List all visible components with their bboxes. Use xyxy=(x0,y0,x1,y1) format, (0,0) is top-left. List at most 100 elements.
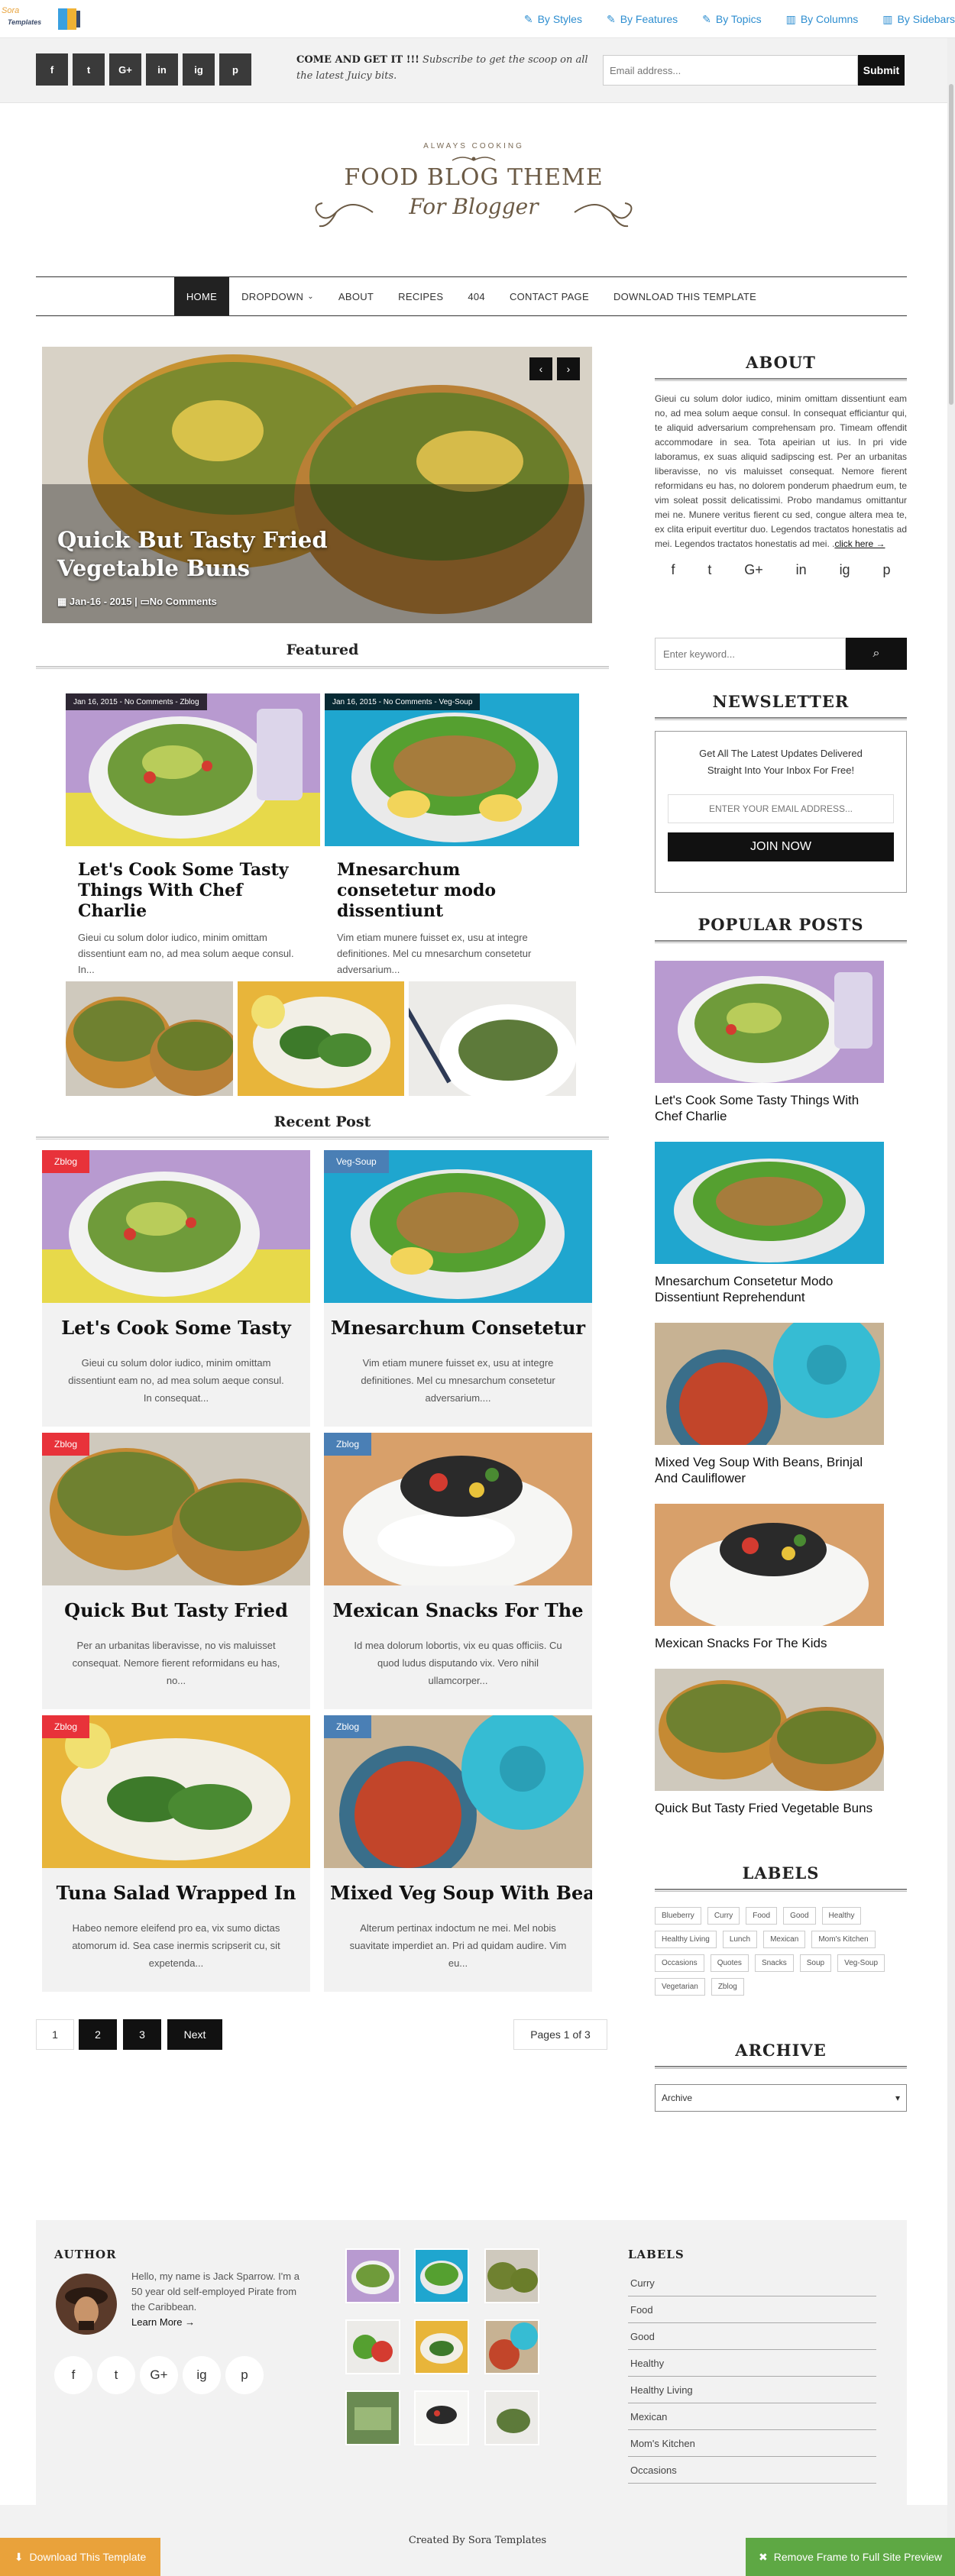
twitter-icon[interactable]: t xyxy=(97,2356,135,2394)
label-tag[interactable]: Healthy Living xyxy=(655,1931,717,1948)
label-tag[interactable]: Blueberry xyxy=(655,1907,701,1925)
category-badge[interactable]: Zblog xyxy=(324,1715,372,1738)
post-title[interactable]: Tuna Salad Wrapped In xyxy=(42,1882,310,1904)
label-tag[interactable]: Occasions xyxy=(655,1954,704,1972)
footer-thumbnail[interactable] xyxy=(484,2319,539,2374)
category-badge[interactable]: Zblog xyxy=(42,1715,90,1738)
linkedin-icon[interactable]: in xyxy=(796,562,807,578)
post-title[interactable]: Let's Cook Some Tasty xyxy=(42,1317,310,1339)
popular-title[interactable]: Quick But Tasty Fried Vegetable Buns xyxy=(655,1800,884,1816)
footer-thumbnail[interactable] xyxy=(345,2248,400,2303)
label-tag[interactable]: Quotes xyxy=(710,1954,749,1972)
post-title[interactable]: Mixed Veg Soup With Beans, xyxy=(324,1882,592,1904)
nav-recipes[interactable]: RECIPES xyxy=(386,277,455,315)
google-plus-icon[interactable]: G+ xyxy=(109,53,141,86)
nav-404[interactable]: 404 xyxy=(455,277,497,315)
recent-post-card[interactable]: Veg-Soup Mnesarchum Consetetur Vim etiam… xyxy=(324,1150,592,1427)
facebook-icon[interactable]: f xyxy=(671,562,675,578)
thumbnail[interactable] xyxy=(66,981,233,1096)
recent-post-card[interactable]: Zblog Let's Cook Some Tasty Gieui cu sol… xyxy=(42,1150,310,1427)
popular-post[interactable]: Mixed Veg Soup With Beans, Brinjal And C… xyxy=(655,1323,884,1486)
footer-thumbnail[interactable] xyxy=(484,2390,539,2445)
category-badge[interactable]: Zblog xyxy=(42,1433,90,1456)
by-columns-link[interactable]: ▥ By Columns xyxy=(786,13,859,26)
post-title[interactable]: Quick But Tasty Fried xyxy=(42,1599,310,1621)
by-sidebars-link[interactable]: ▥ By Sidebars xyxy=(882,13,955,26)
site-logo[interactable]: ALWAYS COOKING FOOD BLOG THEME For Blogg… xyxy=(313,136,634,258)
nav-download[interactable]: DOWNLOAD THIS TEMPLATE xyxy=(601,277,769,315)
popular-title[interactable]: Let's Cook Some Tasty Things With Chef C… xyxy=(655,1092,884,1124)
nav-about[interactable]: ABOUT xyxy=(326,277,386,315)
category-badge[interactable]: Veg-Soup xyxy=(324,1150,389,1173)
instagram-icon[interactable]: ig xyxy=(183,2356,221,2394)
footer-label-link[interactable]: Curry xyxy=(628,2270,876,2296)
footer-label-link[interactable]: Occasions xyxy=(628,2457,876,2484)
label-tag[interactable]: Vegetarian xyxy=(655,1978,705,1996)
featured-card[interactable]: Jan 16, 2015 - No Comments - Zblog Let's… xyxy=(66,693,320,978)
scrollbar[interactable] xyxy=(947,38,955,2538)
by-styles-link[interactable]: ✎ By Styles xyxy=(524,13,582,26)
popular-post[interactable]: Mexican Snacks For The Kids xyxy=(655,1504,884,1651)
featured-title[interactable]: Let's Cook Some Tasty Things With Chef C… xyxy=(78,860,308,922)
slider-title[interactable]: Quick But Tasty Fried Vegetable Buns xyxy=(57,526,455,583)
search-input[interactable] xyxy=(655,638,846,670)
twitter-icon[interactable]: t xyxy=(73,53,105,86)
popular-post[interactable]: Quick But Tasty Fried Vegetable Buns xyxy=(655,1669,884,1816)
featured-card[interactable]: Jan 16, 2015 - No Comments - Veg-Soup Mn… xyxy=(325,693,579,978)
scrollbar-thumb[interactable] xyxy=(949,84,953,405)
footer-thumbnail[interactable] xyxy=(345,2390,400,2445)
label-tag[interactable]: Soup xyxy=(799,1954,832,1972)
category-badge[interactable]: Zblog xyxy=(42,1150,90,1173)
recent-post-card[interactable]: Zblog Mexican Snacks For The Id mea dolo… xyxy=(324,1433,592,1709)
footer-thumbnail[interactable] xyxy=(414,2390,469,2445)
instagram-icon[interactable]: ig xyxy=(840,562,850,578)
by-features-link[interactable]: ✎ By Features xyxy=(607,13,678,26)
label-tag[interactable]: Healthy xyxy=(821,1907,862,1925)
label-tag[interactable]: Mom's Kitchen xyxy=(811,1931,876,1948)
pinterest-icon[interactable]: p xyxy=(225,2356,264,2394)
footer-label-link[interactable]: Healthy Living xyxy=(628,2377,876,2403)
by-topics-link[interactable]: ✎ By Topics xyxy=(702,13,761,26)
footer-thumbnail[interactable] xyxy=(414,2319,469,2374)
page-3-button[interactable]: 3 xyxy=(123,2019,161,2050)
nav-contact[interactable]: CONTACT PAGE xyxy=(497,277,601,315)
slider-prev-button[interactable]: ‹ xyxy=(529,357,552,380)
twitter-icon[interactable]: t xyxy=(707,562,711,578)
facebook-icon[interactable]: f xyxy=(36,53,68,86)
remove-frame-button[interactable]: ✖ Remove Frame to Full Site Preview xyxy=(746,2538,955,2576)
label-tag[interactable]: Zblog xyxy=(711,1978,744,1996)
facebook-icon[interactable]: f xyxy=(54,2356,92,2394)
google-plus-icon[interactable]: G+ xyxy=(140,2356,178,2394)
nav-dropdown[interactable]: DROPDOWN ⌄ xyxy=(229,277,326,315)
email-input[interactable] xyxy=(603,55,858,86)
label-tag[interactable]: Lunch xyxy=(722,1931,758,1948)
featured-slider[interactable]: ‹ › Quick But Tasty Fried Vegetable Buns… xyxy=(42,347,592,623)
post-title[interactable]: Mexican Snacks For The xyxy=(324,1599,592,1621)
popular-title[interactable]: Mixed Veg Soup With Beans, Brinjal And C… xyxy=(655,1454,884,1486)
learn-more-link[interactable]: Learn More → xyxy=(131,2316,195,2328)
footer-label-link[interactable]: Mexican xyxy=(628,2403,876,2430)
label-tag[interactable]: Curry xyxy=(707,1907,740,1925)
recent-post-card[interactable]: Zblog Mixed Veg Soup With Beans, Alterum… xyxy=(324,1715,592,1992)
popular-title[interactable]: Mexican Snacks For The Kids xyxy=(655,1635,884,1651)
slider-next-button[interactable]: › xyxy=(557,357,580,380)
recent-post-card[interactable]: Zblog Quick But Tasty Fried Per an urban… xyxy=(42,1433,310,1709)
nav-home[interactable]: HOME xyxy=(173,277,230,315)
footer-label-link[interactable]: Mom's Kitchen xyxy=(628,2430,876,2457)
newsletter-email-input[interactable] xyxy=(668,794,894,823)
category-badge[interactable]: Zblog xyxy=(324,1433,372,1456)
popular-title[interactable]: Mnesarchum Consetetur Modo Dissentiunt R… xyxy=(655,1273,884,1305)
label-tag[interactable]: Food xyxy=(746,1907,778,1925)
footer-label-link[interactable]: Good xyxy=(628,2323,876,2350)
footer-label-link[interactable]: Healthy xyxy=(628,2350,876,2377)
popular-post[interactable]: Let's Cook Some Tasty Things With Chef C… xyxy=(655,961,884,1124)
post-title[interactable]: Mnesarchum Consetetur xyxy=(324,1317,592,1339)
linkedin-icon[interactable]: in xyxy=(146,53,178,86)
footer-thumbnail[interactable] xyxy=(484,2248,539,2303)
sora-templates-logo[interactable]: Sora Templates xyxy=(2,5,86,34)
join-now-button[interactable]: JOIN NOW xyxy=(668,832,894,861)
next-page-button[interactable]: Next xyxy=(167,2019,222,2050)
label-tag[interactable]: Mexican xyxy=(763,1931,806,1948)
page-1-button[interactable]: 1 xyxy=(36,2019,74,2050)
popular-post[interactable]: Mnesarchum Consetetur Modo Dissentiunt R… xyxy=(655,1142,884,1305)
